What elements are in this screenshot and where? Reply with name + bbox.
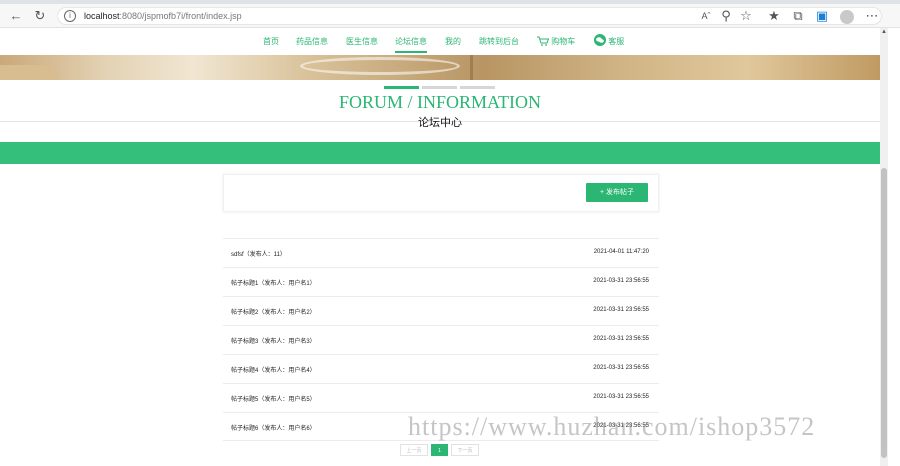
- refresh-icon[interactable]: ↻: [32, 8, 48, 24]
- page-content: 首页 药品信息 医生信息 论坛信息 我的 跳转到后台 购物车 客服 FORUM …: [0, 28, 880, 466]
- post-row[interactable]: 帖子标题5（发布人：用户名5） 2021-03-31 23:56:55: [223, 383, 659, 412]
- zoom-icon[interactable]: ⚲: [718, 8, 734, 24]
- page-scrollbar[interactable]: ▲: [880, 28, 888, 466]
- nav-medicine[interactable]: 药品信息: [296, 36, 328, 47]
- site-info-icon[interactable]: i: [64, 10, 76, 22]
- action-card: + 发布帖子: [223, 174, 659, 212]
- favorites-icon[interactable]: ★: [766, 8, 782, 24]
- banner-shape: [0, 65, 60, 80]
- nav-admin[interactable]: 跳转到后台: [479, 36, 519, 47]
- prev-page-button[interactable]: 上一页: [400, 444, 428, 456]
- read-aloud-icon[interactable]: Aˆ: [698, 8, 714, 24]
- post-title[interactable]: 帖子标题2（发布人：用户名2）: [231, 307, 316, 316]
- more-menu-icon[interactable]: ⋯: [864, 8, 880, 24]
- post-date: 2021-03-31 23:56:55: [593, 336, 649, 342]
- post-title[interactable]: 帖子标题5（发布人：用户名5）: [231, 394, 316, 403]
- profile-avatar[interactable]: [840, 10, 854, 24]
- post-list: sdfsf（发布人：11） 2021-04-01 11:47:20 帖子标题1（…: [223, 238, 659, 441]
- post-title[interactable]: 帖子标题3（发布人：用户名3）: [231, 336, 316, 345]
- post-date: 2021-04-01 11:47:20: [593, 249, 649, 255]
- nav-mine[interactable]: 我的: [445, 36, 461, 47]
- url-text: localhost:8080/jspmofb7i/front/index.jsp: [84, 11, 242, 21]
- nav-service[interactable]: 客服: [594, 34, 624, 47]
- top-nav: 首页 药品信息 医生信息 论坛信息 我的 跳转到后台 购物车 客服: [0, 28, 880, 55]
- post-title[interactable]: 帖子标题1（发布人：用户名1）: [231, 278, 316, 287]
- scroll-up-icon[interactable]: ▲: [880, 28, 888, 36]
- banner-shape: [470, 55, 473, 80]
- nav-service-label: 客服: [608, 37, 625, 46]
- post-date: 2021-03-31 23:56:55: [593, 423, 649, 429]
- page-number-current[interactable]: 1: [431, 444, 448, 456]
- post-title[interactable]: sdfsf（发布人：11）: [231, 249, 286, 258]
- nav-cart-label: 购物车: [551, 37, 576, 46]
- post-title[interactable]: 帖子标题6（发布人：用户名6）: [231, 423, 316, 432]
- post-row[interactable]: 帖子标题2（发布人：用户名2） 2021-03-31 23:56:55: [223, 296, 659, 325]
- scroll-thumb[interactable]: [881, 168, 887, 458]
- post-date: 2021-03-31 23:56:55: [593, 307, 649, 313]
- chat-icon: [594, 34, 606, 46]
- next-page-button[interactable]: 下一页: [451, 444, 479, 456]
- nav-doctor[interactable]: 医生信息: [346, 36, 378, 47]
- post-row[interactable]: 帖子标题1（发布人：用户名1） 2021-03-31 23:56:55: [223, 267, 659, 296]
- post-row[interactable]: sdfsf（发布人：11） 2021-04-01 11:47:20: [223, 238, 659, 267]
- title-decoration: [460, 86, 495, 89]
- browser-window: ← ↻ i localhost:8080/jspmofb7i/front/ind…: [0, 0, 900, 466]
- browser-toolbar: ← ↻ i localhost:8080/jspmofb7i/front/ind…: [0, 4, 900, 28]
- banner-shape: [300, 57, 460, 75]
- nav-forum[interactable]: 论坛信息: [395, 36, 427, 53]
- post-row[interactable]: 帖子标题4（发布人：用户名4） 2021-03-31 23:56:55: [223, 354, 659, 383]
- favorite-add-icon[interactable]: ☆: [738, 8, 754, 24]
- section-title-cn: 论坛中心: [418, 117, 462, 129]
- post-date: 2021-03-31 23:56:55: [593, 365, 649, 371]
- post-title[interactable]: 帖子标题4（发布人：用户名4）: [231, 365, 316, 374]
- address-bar[interactable]: i localhost:8080/jspmofb7i/front/index.j…: [57, 7, 882, 25]
- nav-cart[interactable]: 购物车: [537, 36, 575, 47]
- post-date: 2021-03-31 23:56:55: [593, 394, 649, 400]
- window-edge: [888, 28, 900, 466]
- post-row[interactable]: 帖子标题3（发布人：用户名3） 2021-03-31 23:56:55: [223, 325, 659, 354]
- title-decoration-active: [384, 86, 419, 89]
- publish-post-button[interactable]: + 发布帖子: [586, 183, 648, 202]
- green-divider-band: [0, 142, 880, 164]
- collections-icon[interactable]: ⧉: [790, 8, 806, 24]
- section-title-en: FORUM / INFORMATION: [338, 92, 542, 112]
- post-row[interactable]: 帖子标题6（发布人：用户名6） 2021-03-31 23:56:55: [223, 412, 659, 441]
- title-decoration: [422, 86, 457, 89]
- nav-home[interactable]: 首页: [263, 36, 279, 47]
- cart-icon: [537, 36, 549, 46]
- extension-icon[interactable]: ▣: [814, 8, 830, 24]
- back-icon[interactable]: ←: [8, 8, 24, 24]
- banner-image: [0, 55, 880, 80]
- post-date: 2021-03-31 23:56:55: [593, 278, 649, 284]
